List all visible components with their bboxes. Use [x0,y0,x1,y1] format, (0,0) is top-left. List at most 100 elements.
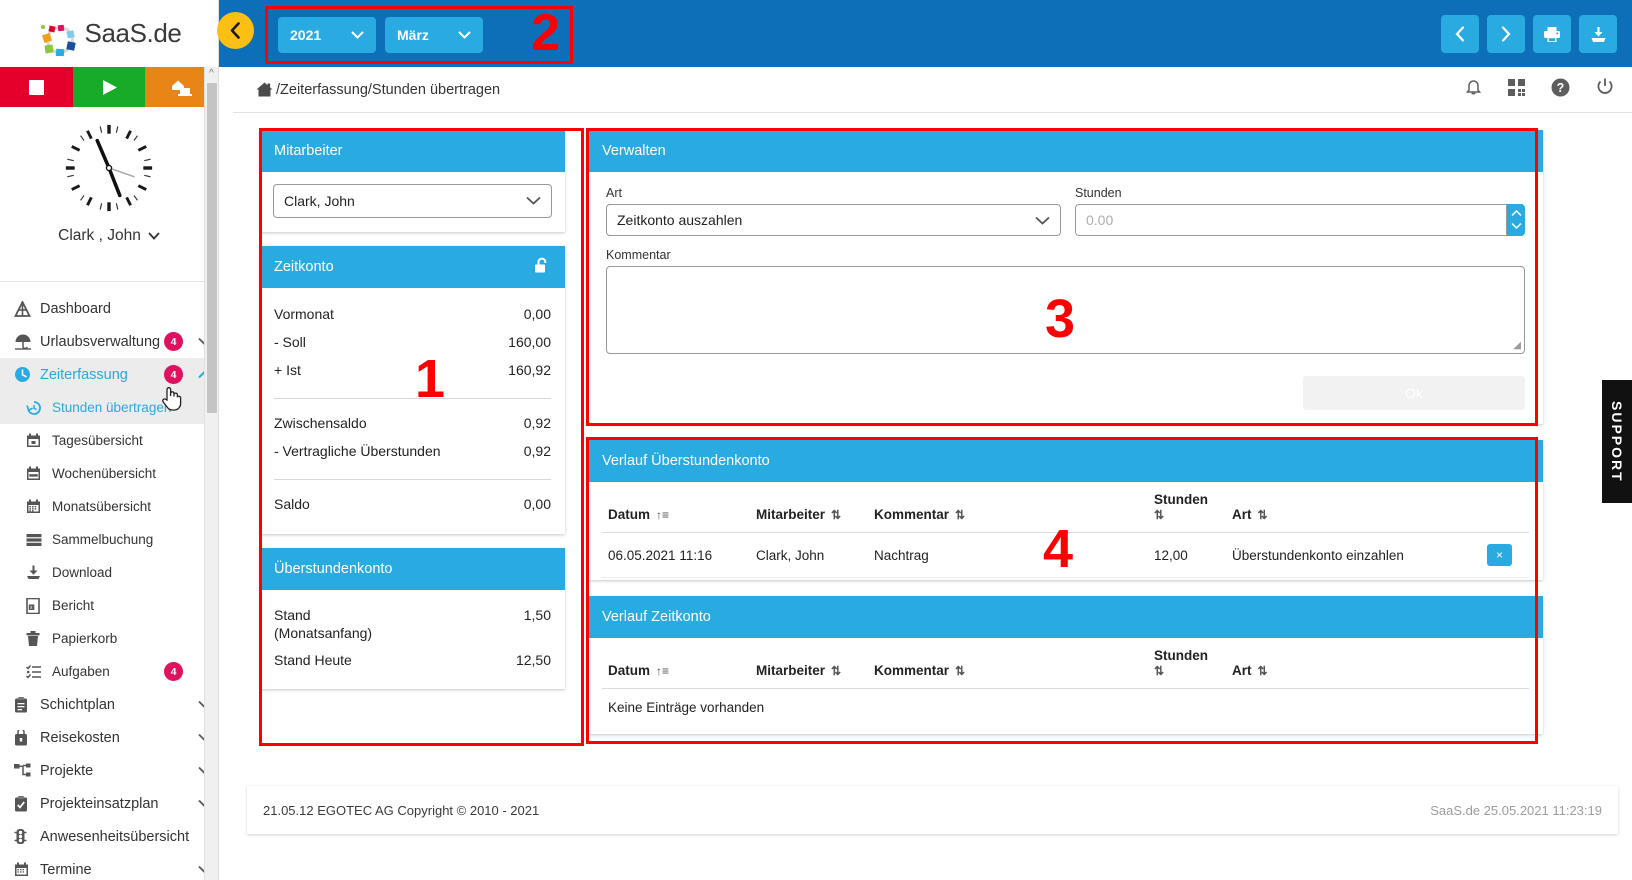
sidebar-item-sammelbuchung[interactable]: Sammelbuchung [0,523,218,556]
sort-icon[interactable]: ⇅ [831,664,841,678]
sidebar-collapse-button[interactable] [217,12,254,49]
sidebar-item-zeiterfassung[interactable]: Zeiterfassung 4 [0,358,218,391]
footer-copyright: 21.05.12 EGOTEC AG Copyright © 2010 - 20… [263,802,540,818]
column-header-kommentar[interactable]: Kommentar ⇅ [868,482,1148,533]
cell-mitarbeiter: Clark, John [750,532,868,578]
column-header-art[interactable]: Art ⇅ [1226,638,1481,689]
column-header-mitarbeiter[interactable]: Mitarbeiter ⇅ [750,482,868,533]
scrollbar-thumb[interactable] [207,83,217,413]
export-button[interactable] [1579,15,1617,53]
sort-icon[interactable]: ⇅ [1154,664,1164,678]
mitarbeiter-select[interactable]: Clark, John [273,184,552,218]
delete-row-button[interactable]: × [1487,544,1512,566]
cell-datum: 06.05.2021 11:16 [602,532,750,578]
next-period-button[interactable] [1487,15,1525,53]
left-column: Mitarbeiter Clark, John Zeitkonto Vormon… [260,130,565,703]
sidebar-item-projekteinsatzplan[interactable]: Projekteinsatzplan [0,787,218,820]
sort-asc-icon[interactable]: ↑≡ [656,664,669,678]
sidebar-item-schichtplan[interactable]: Schichtplan [0,688,218,721]
saas-logo-icon [37,14,83,57]
prev-period-button[interactable] [1441,15,1479,53]
sitemap-icon [14,763,40,778]
ueberstundenkonto-panel-title: Überstundenkonto [260,548,565,590]
spinner-down-icon[interactable] [1510,220,1522,232]
sidebar-nav: Dashboard Urlaubsverwaltung 4 Zeiterfass… [0,282,218,880]
month-select[interactable]: März [385,17,483,53]
art-select[interactable]: Zeitkonto auszahlen [606,204,1061,236]
resize-grip-icon[interactable]: ◢ [1513,340,1521,351]
sidebar-item-download[interactable]: Download [0,556,218,589]
stunden-input[interactable]: 0.00 [1075,204,1507,236]
verlauf-zeitkonto-title: Verlauf Zeitkonto [588,596,1543,638]
right-column: Verwalten Art Zeitkonto auszahlen Stunde… [588,130,1543,748]
sidebar-item-label: Zeiterfassung [40,366,128,383]
column-header-datum[interactable]: Datum ↑≡ [602,638,750,689]
sidebar-item-monatsuebersicht[interactable]: Monatsübersicht [0,490,218,523]
sidebar-item-reisekosten[interactable]: Reisekosten [0,721,218,754]
sort-icon[interactable]: ⇅ [955,508,965,522]
dashboard-icon [14,300,40,317]
sidebar-scrollbar[interactable]: ^ [204,67,218,880]
sort-icon[interactable]: ⇅ [1154,508,1164,522]
col-label: Art [1232,507,1252,522]
help-icon[interactable]: ? [1551,78,1570,102]
support-tab[interactable]: SUPPORT [1602,380,1632,503]
spinner-up-icon[interactable] [1510,208,1522,220]
sidebar-item-dashboard[interactable]: Dashboard [0,292,218,325]
column-header-datum[interactable]: Datum ↑≡ [602,482,750,533]
sidebar-item-bericht[interactable]: x Bericht [0,589,218,622]
scroll-up-arrow[interactable]: ^ [205,67,218,81]
grid-icon[interactable] [1508,78,1525,101]
stunden-label: Stunden [1075,186,1122,200]
column-header-mitarbeiter[interactable]: Mitarbeiter ⇅ [750,638,868,689]
profile-name-dropdown[interactable]: Clark , John [58,227,160,245]
kommentar-label: Kommentar [606,248,671,262]
trash-icon [26,630,52,647]
chevron-down-icon [526,194,541,208]
play-button[interactable] [72,67,146,107]
column-header-kommentar[interactable]: Kommentar ⇅ [868,638,1148,689]
sidebar-item-stunden-uebertragen[interactable]: Stunden übertragen [0,391,218,424]
sort-icon[interactable]: ⇅ [1258,508,1268,522]
chevron-right-icon [1501,26,1511,42]
sort-asc-icon[interactable]: ↑≡ [656,508,669,522]
bell-icon[interactable] [1465,78,1482,101]
sort-icon[interactable]: ⇅ [1258,664,1268,678]
row-label: Stand Heute [274,652,352,668]
sidebar-item-anwesenheitsuebersicht[interactable]: Anwesenheitsübersicht [0,820,218,853]
ok-button[interactable]: Ok [1303,376,1525,410]
sidebar-item-label: Aufgaben [52,664,110,679]
sort-icon[interactable]: ⇅ [955,664,965,678]
sidebar-item-label: Projekteinsatzplan [40,795,159,812]
sidebar-item-aufgaben[interactable]: Aufgaben 4 [0,655,218,688]
clipboard-icon [14,696,40,713]
mitarbeiter-panel-title: Mitarbeiter [260,130,565,172]
main-content: Mitarbeiter Clark, John Zeitkonto Vormon… [233,113,1632,880]
stunden-spinner[interactable] [1507,204,1525,236]
sidebar-item-tagesuebersicht[interactable]: Tagesübersicht [0,424,218,457]
column-header-stunden[interactable]: Stunden ⇅ [1148,482,1226,533]
sidebar-item-papierkorb[interactable]: Papierkorb [0,622,218,655]
sidebar-item-urlaubsverwaltung[interactable]: Urlaubsverwaltung 4 [0,325,218,358]
column-header-art[interactable]: Art ⇅ [1226,482,1481,533]
sidebar-item-label: Papierkorb [52,631,118,646]
stop-button[interactable] [0,67,73,107]
annotation-marker-3: 3 [1045,289,1076,349]
power-icon[interactable] [1596,78,1614,101]
chevron-left-icon [230,22,240,39]
chevron-left-icon [1455,26,1465,42]
sort-icon[interactable]: ⇅ [831,508,841,522]
traffic-light-icon [14,828,40,845]
sidebar-item-termine[interactable]: Termine [0,853,218,880]
sidebar-item-wochenuebersicht[interactable]: Wochenübersicht [0,457,218,490]
breadcrumb[interactable]: /Zeiterfassung/Stunden übertragen [255,81,500,98]
column-header-stunden[interactable]: Stunden ⇅ [1148,638,1226,689]
brand-logo-area[interactable]: SaaS.de [0,0,218,67]
verwalten-panel: Verwalten Art Zeitkonto auszahlen Stunde… [588,130,1543,424]
sidebar-item-label: Schichtplan [40,696,115,713]
sidebar-item-projekte[interactable]: Projekte [0,754,218,787]
year-select[interactable]: 2021 [278,17,376,53]
profile-name-label: Clark , John [58,227,141,244]
print-button[interactable] [1533,15,1571,53]
unlock-icon[interactable] [533,257,551,278]
